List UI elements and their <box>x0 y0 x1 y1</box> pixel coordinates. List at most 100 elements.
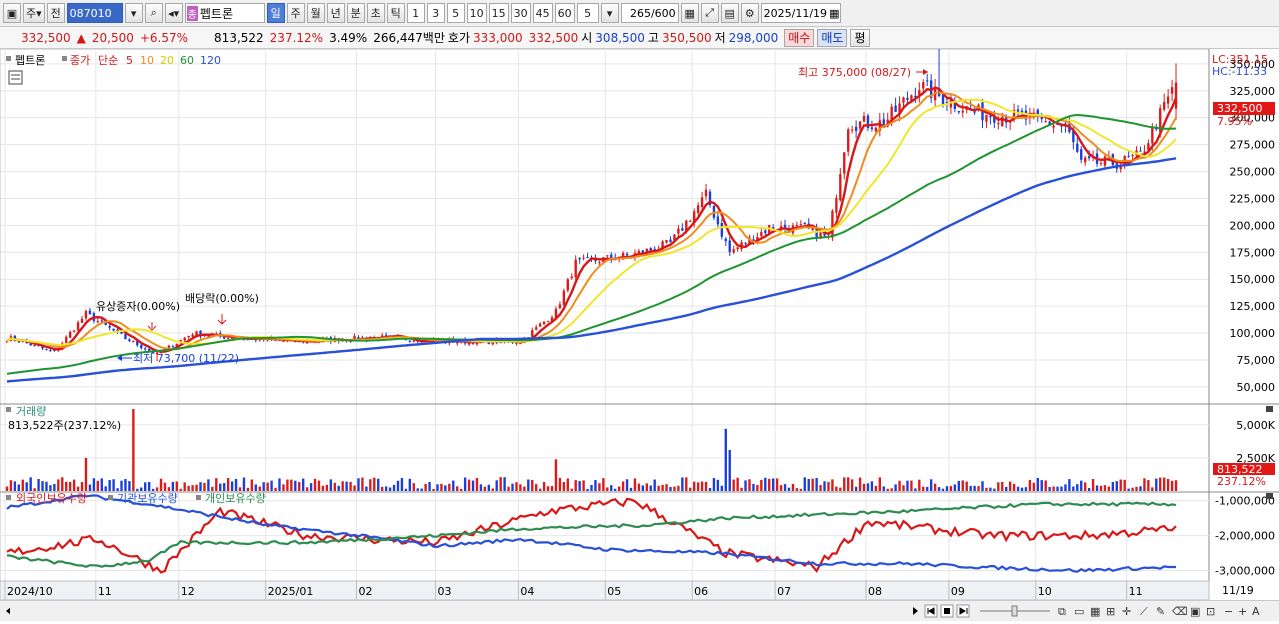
volume-bar <box>179 488 182 491</box>
zoom-slider[interactable] <box>980 605 1050 617</box>
quote-low: 298,000 <box>728 30 779 45</box>
panel-close-icon[interactable] <box>1266 493 1273 499</box>
volume-bar <box>175 481 178 491</box>
interval-5[interactable]: 5 <box>446 3 465 23</box>
count-field[interactable]: 265/600 <box>620 3 679 23</box>
calculator-icon[interactable] <box>8 70 23 85</box>
volume-bar <box>566 478 569 491</box>
save-icon[interactable]: ▤ <box>720 3 739 23</box>
pencil-icon[interactable]: ✎ <box>1156 605 1165 618</box>
interval-dropdown-icon[interactable]: ▾ <box>600 3 619 23</box>
buy-button[interactable]: 매수 <box>784 28 815 47</box>
candle-body <box>1103 156 1107 166</box>
volume-bar <box>250 479 254 491</box>
interval-30[interactable]: 30 <box>510 3 531 23</box>
play-icon[interactable] <box>956 604 970 618</box>
period-minute[interactable]: 분 <box>346 3 365 23</box>
candle-body <box>961 110 964 113</box>
interval-10[interactable]: 10 <box>466 3 487 23</box>
candle-body <box>894 105 897 112</box>
candle-body <box>128 339 131 342</box>
interval-45[interactable]: 45 <box>532 3 553 23</box>
font-size-icon[interactable]: A <box>1252 605 1260 618</box>
erase-icon[interactable]: ⌫ <box>1172 605 1188 618</box>
y-tick-label: 125,000 <box>1230 300 1276 313</box>
period-second[interactable]: 초 <box>366 3 385 23</box>
scroll-right-icon[interactable] <box>913 607 918 615</box>
y-tick-label: 325,000 <box>1230 85 1276 98</box>
grid-toggle-icon[interactable]: ▦ <box>1090 605 1100 618</box>
lock-icon[interactable]: ⊡ <box>1206 605 1215 618</box>
volume-bar <box>649 485 652 491</box>
volume-bar <box>1139 486 1142 491</box>
layout-icon[interactable]: ▣ <box>3 3 21 23</box>
candle-body <box>408 340 412 342</box>
mode-select[interactable]: 주 ▾ <box>23 3 45 23</box>
volume-bar <box>835 486 838 491</box>
min-label: 최저 73,700 (11/22) <box>133 352 239 365</box>
date-value: 2025/11/19 <box>763 6 828 20</box>
panel-close-icon[interactable] <box>1266 406 1273 412</box>
zoom-out-icon[interactable]: − <box>1224 605 1233 618</box>
volume-bar <box>685 477 688 491</box>
period-tick[interactable]: 틱 <box>386 3 405 23</box>
copy-icon[interactable]: ⧉ <box>1058 605 1066 618</box>
grid-icon[interactable]: ▦ <box>680 3 699 23</box>
period-year[interactable]: 년 <box>326 3 345 23</box>
y-tick-label: 50,000 <box>1237 381 1276 394</box>
volume-bar <box>819 485 822 491</box>
volume-bar <box>637 483 641 491</box>
stock-chart[interactable]: 350,000325,000300,000275,000250,000225,0… <box>0 49 1279 600</box>
first-page-icon[interactable] <box>924 604 938 618</box>
speaker-icon[interactable]: ◂▾ <box>164 3 183 23</box>
interval-3[interactable]: 3 <box>426 3 445 23</box>
volume-bar <box>262 482 265 491</box>
candle-body <box>985 115 988 122</box>
volume-bar <box>1151 487 1154 491</box>
volume-bar <box>361 477 364 491</box>
candle-body <box>538 323 542 327</box>
volume-bar <box>673 486 676 491</box>
gear-icon[interactable]: ⚙ <box>740 3 759 23</box>
zoom-in-icon[interactable]: + <box>1238 605 1247 618</box>
stock-code-input[interactable]: 087010 <box>66 3 123 23</box>
x-tick-label: 10 <box>1038 585 1052 598</box>
interval-1[interactable]: 1 <box>406 3 425 23</box>
scroll-track[interactable] <box>10 605 908 618</box>
stop-icon[interactable] <box>940 604 954 618</box>
period-month[interactable]: 월 <box>306 3 325 23</box>
volume-bar <box>949 486 953 491</box>
candle-body <box>744 242 747 244</box>
volume-bar <box>1087 488 1091 491</box>
chart-tool-icon[interactable]: ⤢ <box>700 3 719 23</box>
crosshair-icon[interactable]: ✛ <box>1122 605 1131 618</box>
volume-bar <box>223 483 226 491</box>
save-image-icon[interactable]: ▣ <box>1190 605 1200 618</box>
sell-button[interactable]: 매도 <box>817 28 848 47</box>
stock-name-field[interactable]: 종 펩트론 <box>184 3 265 23</box>
volume-bar <box>728 450 731 491</box>
date-field[interactable]: 2025/11/19 ▦ <box>760 3 841 23</box>
calendar-icon[interactable]: ▦ <box>829 7 839 20</box>
avg-button[interactable]: 평 <box>850 28 870 47</box>
y-tick-label: 275,000 <box>1230 139 1276 152</box>
volume-bar <box>416 488 419 491</box>
period-day[interactable]: 일 <box>266 3 285 23</box>
interval-input[interactable]: 5 <box>576 3 599 23</box>
prev-button[interactable]: 전 <box>46 3 65 23</box>
volume-bar <box>661 484 664 491</box>
interval-15[interactable]: 15 <box>488 3 509 23</box>
code-dropdown-icon[interactable]: ▾ <box>124 3 143 23</box>
candle-body <box>858 121 862 129</box>
search-icon[interactable]: ⌕ <box>144 3 163 23</box>
draw-line-icon[interactable]: ⟋ <box>1140 605 1148 618</box>
period-week[interactable]: 주 <box>286 3 305 23</box>
legend-foreign: 외국인보유수량 <box>16 492 87 505</box>
window-icon[interactable]: ▭ <box>1074 605 1084 618</box>
candle-body <box>989 115 992 118</box>
volume-bar <box>890 488 893 491</box>
indicator-icon[interactable]: ⊞ <box>1106 605 1115 618</box>
interval-60[interactable]: 60 <box>554 3 575 23</box>
volume-bar <box>242 477 246 491</box>
volume-bar <box>1147 480 1150 491</box>
